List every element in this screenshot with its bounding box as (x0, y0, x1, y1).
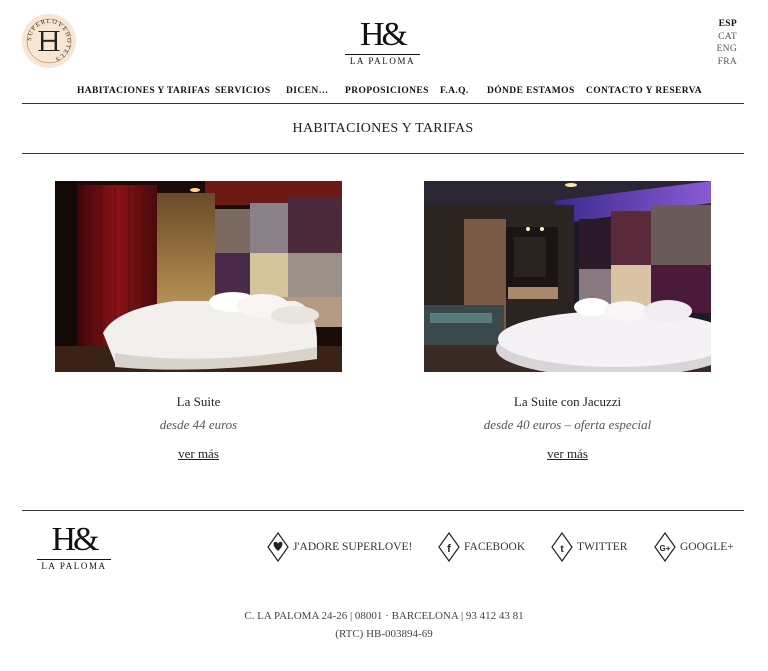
logo-subtitle: LA PALOMA (345, 54, 420, 66)
ver-mas-link-la-suite[interactable]: ver más (55, 446, 342, 462)
social-label-jadore: J'ADORE SUPERLOVE! (293, 541, 413, 553)
svg-text:G+: G+ (660, 544, 671, 553)
google-plus-icon: G+ (654, 532, 676, 562)
social-label-facebook: FACEBOOK (464, 541, 526, 553)
nav-faq[interactable]: F.A.Q. (440, 86, 469, 96)
footer-logo-subtitle: LA PALOMA (37, 559, 111, 571)
social-link-jadore[interactable]: J'ADORE SUPERLOVE! (267, 532, 412, 562)
logo-mark: H& (360, 16, 408, 53)
page-title: HABITACIONES Y TARIFAS (292, 121, 474, 136)
social-link-twitter[interactable]: t TWITTER (551, 532, 627, 562)
jacuzzi-bedroom-image (424, 181, 711, 372)
footer-address: C. LA PALOMA 24-26 | 08001 · BARCELONA |… (244, 610, 524, 622)
footer-divider (22, 510, 744, 511)
nav-divider (22, 103, 744, 104)
heart-icon (267, 532, 289, 562)
superlove-seal-logo[interactable]: SUPERLOVEHOTELS (22, 14, 76, 68)
footer-license: (RTC) HB-003894-69 (335, 628, 433, 640)
footer-hotel-logo[interactable]: H& LA PALOMA (37, 523, 111, 571)
lang-eng[interactable]: ENG (717, 43, 737, 56)
room-name-la-suite-jacuzzi: La Suite con Jacuzzi (513, 394, 622, 409)
room-price-la-suite: desde 44 euros (159, 417, 238, 432)
footer-logo-mark: H& (51, 521, 100, 558)
title-divider (22, 153, 744, 154)
lang-cat[interactable]: CAT (717, 31, 737, 44)
nav-donde-estamos[interactable]: DÓNDE ESTAMOS (487, 86, 575, 96)
svg-text:f: f (447, 543, 451, 555)
nav-proposiciones[interactable]: PROPOSICIONES (345, 86, 429, 96)
language-selector: ESP CAT ENG FRA (717, 18, 737, 68)
main-nav: HABITACIONES Y TARIFAS SERVICIOS DICEN… … (22, 86, 744, 100)
bedroom-image (55, 181, 342, 372)
nav-habitaciones[interactable]: HABITACIONES Y TARIFAS (77, 86, 210, 96)
seal-icon: SUPERLOVEHOTELS (23, 15, 75, 67)
room-name-la-suite: La Suite (176, 394, 221, 409)
twitter-icon: t (551, 532, 573, 562)
nav-contacto-reserva[interactable]: CONTACTO Y RESERVA (586, 86, 702, 96)
room-price-la-suite-jacuzzi: desde 40 euros – oferta especial (483, 417, 652, 432)
lang-esp[interactable]: ESP (717, 18, 737, 31)
social-link-facebook[interactable]: f FACEBOOK (438, 532, 525, 562)
social-label-google-plus: GOOGLE+ (680, 541, 734, 553)
nav-servicios[interactable]: SERVICIOS (215, 86, 271, 96)
social-link-google-plus[interactable]: G+ GOOGLE+ (654, 532, 734, 562)
social-label-twitter: TWITTER (577, 541, 628, 553)
ver-mas-link-la-suite-jacuzzi[interactable]: ver más (424, 446, 711, 462)
hotel-logo[interactable]: H& LA PALOMA (345, 18, 420, 66)
svg-text:t: t (560, 544, 564, 555)
room-photo-la-suite-jacuzzi[interactable] (424, 181, 711, 372)
lang-fra[interactable]: FRA (717, 56, 737, 69)
nav-dicen[interactable]: DICEN… (286, 86, 329, 96)
facebook-icon: f (438, 532, 460, 562)
room-photo-la-suite[interactable] (55, 181, 342, 372)
